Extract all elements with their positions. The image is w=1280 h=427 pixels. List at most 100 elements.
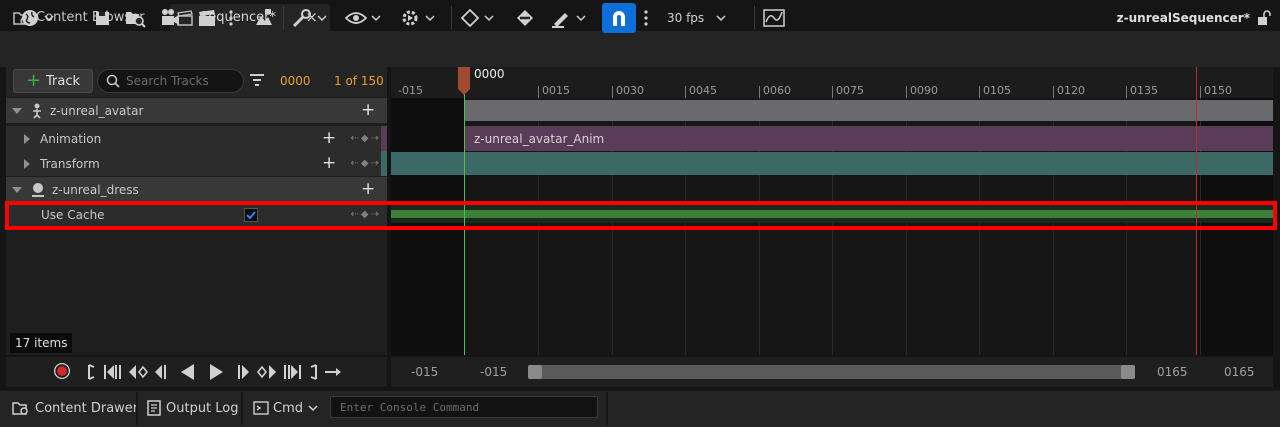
filter-button[interactable]	[249, 73, 265, 87]
track-row-dress[interactable]: z-unreal_dress +	[6, 177, 387, 202]
more-vertical-icon	[229, 10, 233, 26]
play-icon[interactable]	[207, 363, 225, 381]
tick-mark	[1200, 86, 1201, 98]
toolbar-separator	[283, 6, 284, 30]
range-end-outer[interactable]: 0165	[1224, 365, 1255, 379]
world-button[interactable]	[20, 6, 54, 30]
add-animation-button[interactable]: +	[322, 130, 336, 147]
section-label: z-unreal_avatar_Anim	[474, 131, 605, 146]
cmd-dropdown[interactable]: Cmd	[253, 397, 318, 419]
statusbar-separator	[241, 392, 243, 425]
framerate-dropdown[interactable]: 30 fps	[667, 6, 726, 30]
lock-button[interactable]	[1257, 6, 1271, 30]
step-back-icon[interactable]	[152, 363, 170, 381]
content-drawer-icon	[12, 402, 28, 415]
plus-icon: +	[25, 70, 42, 91]
add-track-button[interactable]: + Track	[13, 69, 93, 93]
content-drawer-button[interactable]: Content Drawer	[12, 397, 138, 419]
track-color-stripe	[381, 151, 387, 176]
expand-arrow-icon[interactable]	[24, 158, 30, 169]
globe-icon	[22, 10, 38, 26]
transform-section[interactable]	[391, 152, 1273, 175]
playhead-frame: 0000	[474, 67, 505, 81]
range-start-outer[interactable]: -015	[411, 365, 438, 379]
add-key-icon[interactable]: ◆	[361, 133, 369, 144]
step-forward-icon[interactable]	[234, 363, 252, 381]
timeline-scrollbar[interactable]	[528, 365, 1135, 379]
avatar-track-section[interactable]	[465, 100, 1273, 121]
playhead-handle[interactable]	[458, 67, 470, 95]
view-options-button[interactable]	[345, 6, 381, 30]
console-command-input[interactable]	[331, 397, 597, 417]
range-start-inner[interactable]: -015	[480, 365, 507, 379]
search-tracks-box	[97, 69, 244, 93]
key-navigation[interactable]: ⇠ ◆ ⇢	[351, 133, 379, 144]
curve-editor-button[interactable]	[763, 6, 785, 30]
tick-label: 0060	[763, 84, 791, 97]
unlock-icon	[1258, 10, 1271, 25]
expand-arrow-icon[interactable]	[12, 186, 22, 193]
playback-options-button[interactable]	[399, 6, 435, 30]
jump-to-end-icon[interactable]	[307, 363, 319, 381]
tick-label: 0090	[910, 84, 938, 97]
track-row-transform[interactable]: Transform + ⇠ ◆ ⇢	[6, 151, 387, 176]
more-options-button[interactable]	[229, 6, 233, 30]
search-tracks-input[interactable]	[126, 74, 236, 88]
tick-mark	[759, 86, 760, 98]
edit-mode-button[interactable]	[550, 6, 586, 30]
key-options-button[interactable]	[460, 6, 494, 30]
scrollbar-right-handle[interactable]	[1121, 365, 1135, 379]
expand-arrow-icon[interactable]	[12, 107, 22, 114]
snap-toggle-button[interactable]	[602, 3, 636, 33]
snap-options-button[interactable]	[644, 6, 648, 30]
toolbar-separator	[451, 6, 452, 30]
previous-frame-icon[interactable]	[103, 363, 125, 381]
console-command-box	[330, 396, 598, 418]
track-row-animation[interactable]: Animation + ⇠ ◆ ⇢	[6, 126, 387, 151]
range-end-inner[interactable]: 0165	[1157, 365, 1188, 379]
current-frame-field[interactable]: 0000	[280, 74, 311, 88]
add-key-icon[interactable]: ◆	[361, 158, 369, 169]
eye-icon	[345, 12, 367, 24]
add-key-button[interactable]	[514, 6, 536, 30]
tick-label: 0030	[616, 84, 644, 97]
chevron-down-icon	[44, 15, 54, 22]
record-button[interactable]	[51, 362, 73, 380]
pencil-icon	[552, 13, 568, 28]
tick-mark	[612, 86, 613, 98]
loop-mode-icon[interactable]	[323, 363, 343, 381]
scrollbar-left-handle[interactable]	[528, 365, 542, 379]
next-frame-icon[interactable]	[280, 363, 302, 381]
create-camera-button[interactable]	[160, 6, 182, 30]
animation-section[interactable]: z-unreal_avatar_Anim	[465, 126, 1273, 151]
add-subtrack-button[interactable]: +	[361, 102, 375, 119]
chevron-down-icon	[576, 15, 586, 22]
key-navigation[interactable]: ⇠ ◆ ⇢	[351, 158, 379, 169]
track-row-avatar[interactable]: z-unreal_avatar +	[6, 98, 387, 123]
output-log-label: Output Log	[166, 400, 239, 416]
output-log-button[interactable]: Output Log	[147, 397, 239, 419]
prev-key-icon[interactable]: ⇠	[351, 158, 359, 169]
add-subtrack-button[interactable]: +	[361, 181, 375, 198]
tick-mark	[1126, 86, 1127, 98]
previous-key-icon[interactable]	[127, 363, 149, 381]
expand-arrow-icon[interactable]	[24, 133, 30, 144]
fps-label: 30 fps	[667, 11, 705, 25]
highlight-box	[5, 201, 1277, 230]
save-sequence-button[interactable]	[94, 6, 112, 30]
browse-sequence-button[interactable]	[124, 6, 146, 30]
tick-mark	[979, 86, 980, 98]
prev-key-icon[interactable]: ⇠	[351, 133, 359, 144]
content-drawer-label: Content Drawer	[35, 400, 139, 416]
next-key-icon[interactable]: ⇢	[371, 133, 379, 144]
tools-menu-button[interactable]	[291, 6, 327, 30]
add-transform-button[interactable]: +	[322, 155, 336, 172]
jump-to-start-icon[interactable]	[86, 363, 98, 381]
render-movie-button[interactable]	[197, 6, 217, 30]
next-key-icon[interactable]	[256, 363, 278, 381]
play-reverse-icon[interactable]	[179, 363, 197, 381]
find-in-browser-icon	[126, 12, 146, 28]
tick-label: 0120	[1057, 84, 1085, 97]
hierarchy-button[interactable]	[252, 6, 274, 30]
next-key-icon[interactable]: ⇢	[371, 158, 379, 169]
